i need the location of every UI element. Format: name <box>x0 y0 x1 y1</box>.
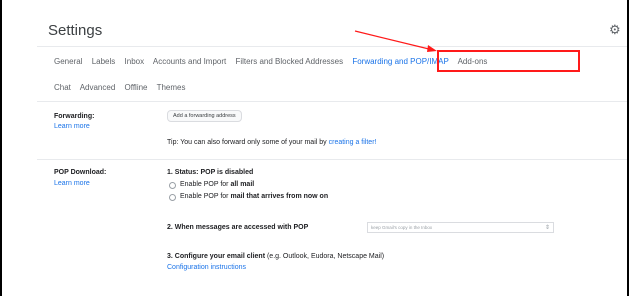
pop-action-select[interactable]: keep Gmail's copy in the Inbox ⇕ <box>367 222 554 233</box>
forwarding-label: Forwarding: <box>54 113 95 120</box>
option-bold: mail that arrives from now on <box>230 193 329 200</box>
tab-forwarding-and-pop-imap[interactable]: Forwarding and POP/IMAP <box>352 57 448 66</box>
option-prefix: Enable POP for <box>180 181 231 188</box>
step3-bold: 3. Configure your email client <box>167 253 266 260</box>
divider <box>37 101 627 102</box>
enable-pop-all-mail-label: Enable POP for all mail <box>180 181 254 188</box>
pop-step-3: 3. Configure your email client (e.g. Out… <box>167 253 384 260</box>
tab-filters-and-blocked-addresses[interactable]: Filters and Blocked Addresses <box>235 57 343 66</box>
enable-pop-new-mail-radio[interactable] <box>169 194 176 201</box>
enable-pop-new-mail-label: Enable POP for mail that arrives from no… <box>180 193 328 200</box>
divider <box>37 159 627 160</box>
forwarding-learn-more-link[interactable]: Learn more <box>54 123 90 130</box>
page-title: Settings <box>48 22 103 39</box>
tabs-row-2: Chat Advanced Offline Themes <box>54 83 192 92</box>
tip-text: Tip: You can also forward only some of y… <box>167 139 329 146</box>
tabs-row-1: General Labels Inbox Accounts and Import… <box>54 57 494 66</box>
annotation-highlight-box <box>437 50 580 72</box>
create-filter-link[interactable]: creating a filter! <box>329 139 377 146</box>
chevron-down-icon: ⇕ <box>544 225 550 231</box>
pop-learn-more-link[interactable]: Learn more <box>54 180 90 187</box>
pop-action-select-value: keep Gmail's copy in the Inbox <box>371 225 433 230</box>
tab-labels[interactable]: Labels <box>92 57 116 66</box>
divider <box>37 46 627 47</box>
option-bold: all mail <box>230 181 255 188</box>
pop-download-label: POP Download: <box>54 169 107 176</box>
pop-step-2: 2. When messages are accessed with POP <box>167 224 309 231</box>
tab-general[interactable]: General <box>54 57 82 66</box>
add-forwarding-address-button[interactable]: Add a forwarding address <box>167 110 242 122</box>
forwarding-tip: Tip: You can also forward only some of y… <box>167 139 376 146</box>
gear-icon[interactable]: ⚙ <box>609 22 621 38</box>
tab-chat[interactable]: Chat <box>54 83 71 92</box>
tab-inbox[interactable]: Inbox <box>125 57 145 66</box>
tab-offline[interactable]: Offline <box>125 83 148 92</box>
tab-advanced[interactable]: Advanced <box>80 83 116 92</box>
step3-rest: (e.g. Outlook, Eudora, Netscape Mail) <box>265 253 385 260</box>
enable-pop-all-mail-radio[interactable] <box>169 182 176 189</box>
left-border <box>0 0 2 296</box>
pop-status: 1. Status: POP is disabled <box>167 169 254 176</box>
option-prefix: Enable POP for <box>180 193 231 200</box>
tab-accounts-and-import[interactable]: Accounts and Import <box>153 57 226 66</box>
configuration-instructions-link[interactable]: Configuration instructions <box>167 264 246 271</box>
tab-themes[interactable]: Themes <box>157 83 186 92</box>
annotation-arrow <box>354 30 437 52</box>
